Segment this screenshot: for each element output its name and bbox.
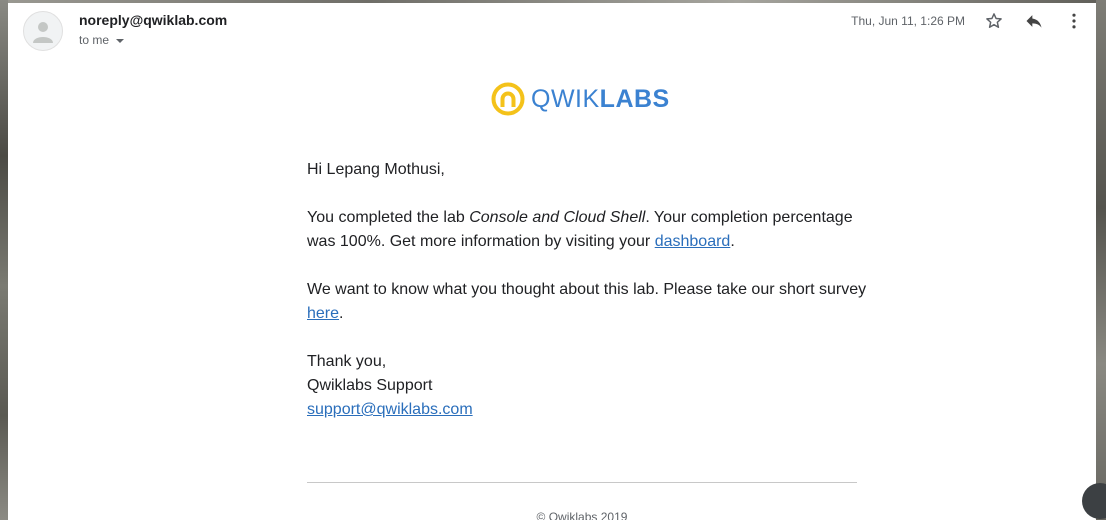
star-button[interactable]	[982, 9, 1006, 33]
recipient-label: to me	[79, 33, 110, 47]
survey-paragraph: We want to know what you thought about t…	[307, 278, 867, 326]
qwiklabs-logo: QWIKLABS	[491, 82, 670, 116]
completion-text-prefix: You completed the lab	[307, 209, 470, 226]
footer-divider	[307, 482, 857, 483]
survey-text-end: .	[339, 305, 344, 322]
avatar	[23, 11, 63, 51]
more-options-button[interactable]	[1062, 9, 1086, 33]
survey-text: We want to know what you thought about t…	[307, 281, 867, 298]
recipient-details-toggle[interactable]: to me	[79, 33, 125, 47]
signoff-thanks: Thank you,	[307, 353, 387, 370]
message-date: Thu, Jun 11, 1:26 PM	[851, 14, 965, 28]
more-vert-icon	[1072, 13, 1076, 29]
dashboard-link[interactable]: dashboard	[655, 233, 731, 250]
footer-copyright: © Qwiklabs 2019	[536, 510, 628, 520]
logo-wordmark: QWIKLABS	[531, 84, 670, 113]
desktop-background-left	[0, 0, 8, 520]
desktop-background-right	[1096, 0, 1106, 520]
star-outline-icon	[986, 13, 1002, 28]
completion-text-end: .	[730, 233, 735, 250]
signature: Qwiklabs Support	[307, 377, 433, 394]
support-email-paragraph: support@qwiklabs.com	[307, 398, 867, 422]
completion-paragraph: You completed the lab Console and Cloud …	[307, 206, 867, 254]
greeting: Hi Lepang Mothusi,	[307, 161, 445, 178]
logo-wordmark-bold: LABS	[599, 84, 670, 113]
support-email-link[interactable]: support@qwiklabs.com	[307, 401, 473, 418]
logo-wordmark-light: QWIK	[531, 84, 600, 113]
person-icon	[33, 22, 53, 43]
reply-button[interactable]	[1022, 9, 1046, 33]
reply-icon	[1026, 15, 1042, 28]
sender-email: noreply@qwiklab.com	[79, 12, 228, 28]
survey-link[interactable]: here	[307, 305, 339, 322]
caret-down-icon	[116, 38, 125, 43]
email-body: Hi Lepang Mothusi, You completed the lab…	[307, 158, 867, 422]
side-panel-toggle-button[interactable]	[1082, 483, 1106, 519]
qwiklabs-mark-icon	[491, 82, 525, 116]
email-message-panel: noreply@qwiklab.com to me Thu, Jun 11, 1…	[8, 3, 1106, 520]
lab-name: Console and Cloud Shell	[469, 209, 646, 226]
